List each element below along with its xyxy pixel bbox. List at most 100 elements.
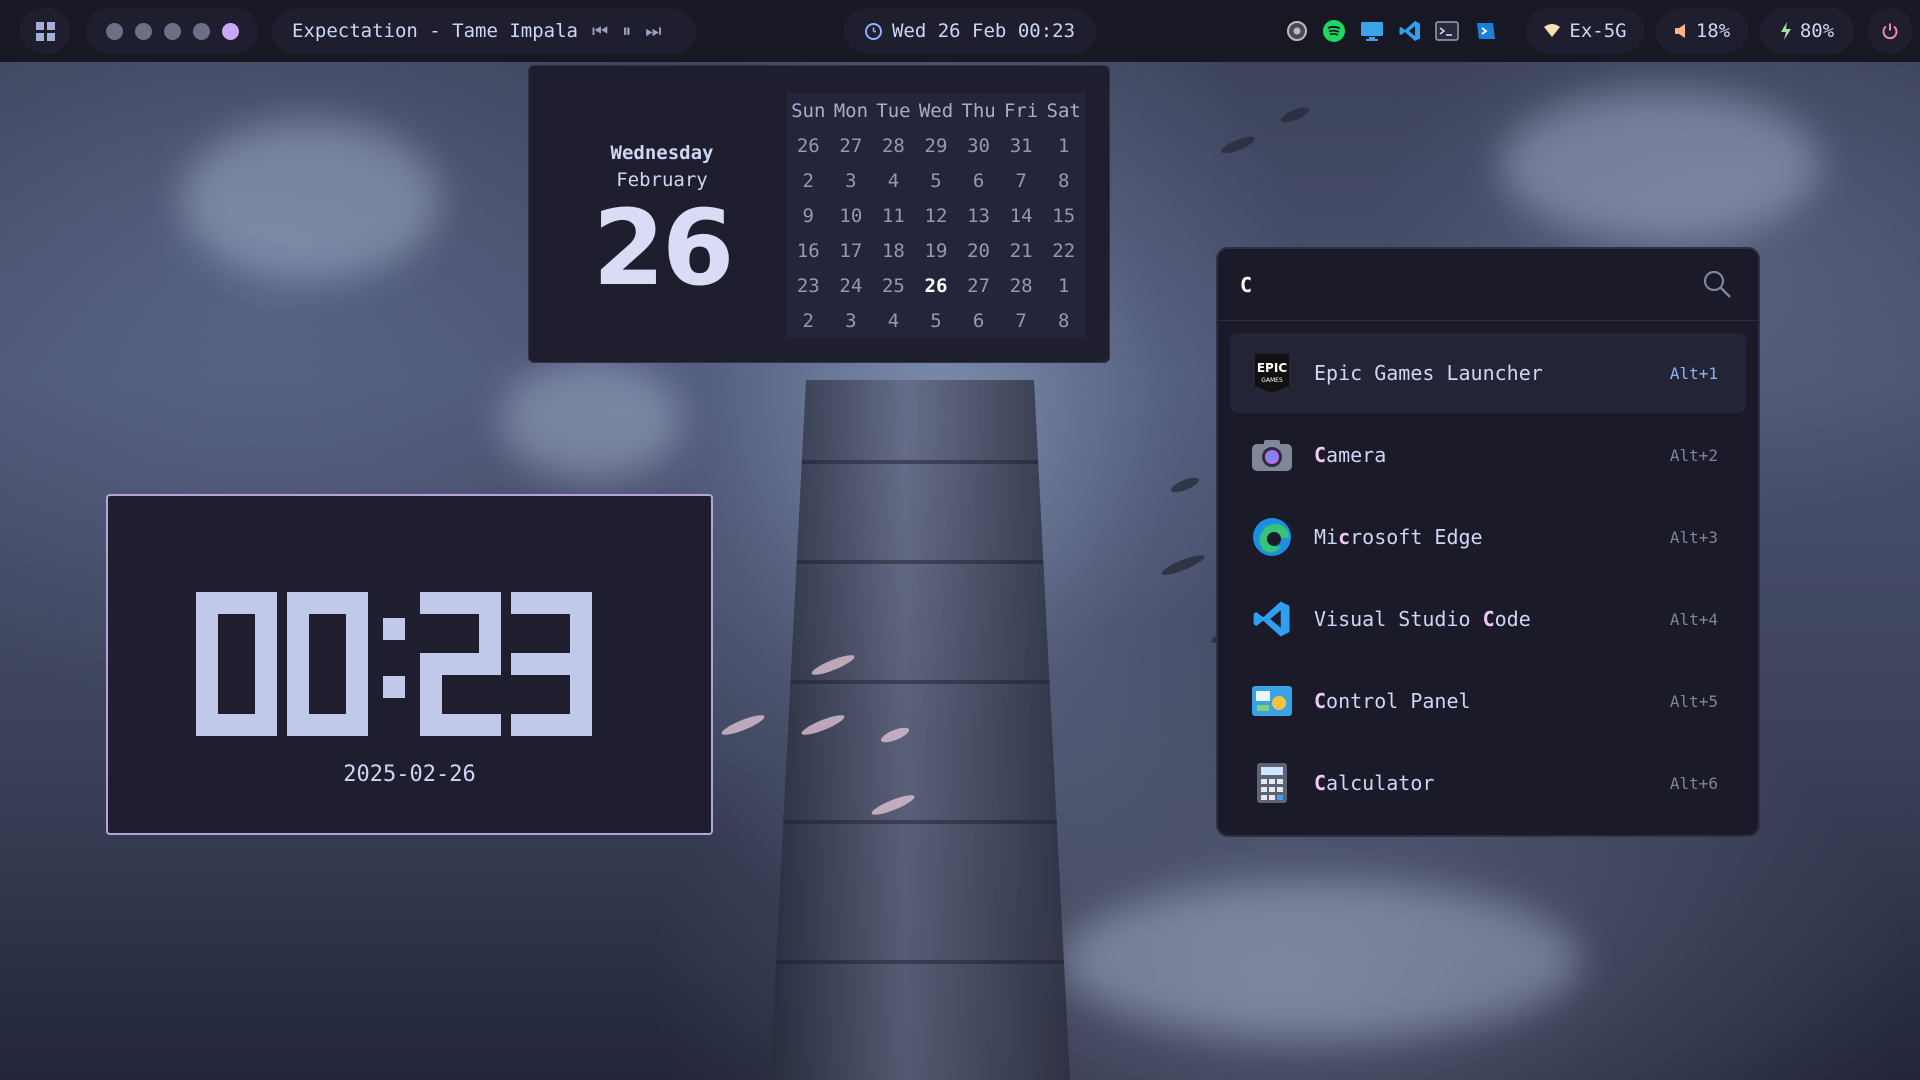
workspace-dot-2[interactable]: [134, 22, 152, 40]
calendar-day-cell[interactable]: 15: [1042, 198, 1085, 233]
calendar-day-cell[interactable]: 25: [872, 268, 915, 303]
volume-label: 18%: [1695, 20, 1731, 42]
calendar-day-cell[interactable]: 18: [872, 233, 915, 268]
calendar-day-cell[interactable]: 31: [1000, 128, 1043, 163]
calendar-day-cell[interactable]: 8: [1042, 163, 1085, 198]
calendar-day-cell[interactable]: 14: [1000, 198, 1043, 233]
calendar-day-cell[interactable]: 3: [830, 163, 873, 198]
launcher-item-camera[interactable]: Camera Alt+2: [1230, 415, 1746, 495]
calendar-day-cell[interactable]: 1: [1042, 268, 1085, 303]
epic-games-icon: EPIC GAMES: [1250, 351, 1294, 395]
calendar-day-cell[interactable]: 28: [872, 128, 915, 163]
launcher-item-shortcut: Alt+4: [1669, 609, 1718, 629]
calculator-icon: [1250, 761, 1294, 805]
calendar-day-cell[interactable]: 2: [787, 163, 830, 198]
calendar-day-cell[interactable]: 6: [957, 303, 1000, 338]
calendar-day-cell[interactable]: 29: [915, 128, 958, 163]
workspace-dot-5[interactable]: [221, 22, 239, 40]
workspace-dot-4[interactable]: [192, 22, 210, 40]
calendar-weekday-header: Fri: [1003, 99, 1039, 122]
calendar-day-cell[interactable]: 27: [957, 268, 1000, 303]
clock-digit: [420, 592, 501, 736]
calendar-day-cell[interactable]: 27: [830, 128, 873, 163]
svg-text:EPIC: EPIC: [1257, 361, 1287, 375]
launcher-item-visual-studio-code[interactable]: Visual Studio Code Alt+4: [1230, 579, 1746, 659]
calendar-day-cell[interactable]: 22: [1042, 233, 1085, 268]
calendar-day-cell[interactable]: 26: [915, 268, 958, 303]
calendar-day-cell[interactable]: 9: [787, 198, 830, 233]
calendar-day-cell[interactable]: 1: [1042, 128, 1085, 163]
volume-control[interactable]: 18%: [1656, 8, 1748, 54]
calendar-day-cell[interactable]: 3: [830, 303, 873, 338]
calendar-day-cell[interactable]: 4: [872, 303, 915, 338]
calendar-day-cell[interactable]: 5: [915, 303, 958, 338]
launcher-search-input[interactable]: [1240, 267, 1680, 303]
calendar-day-cell[interactable]: 12: [915, 198, 958, 233]
calendar-weekday-header: Wed: [918, 99, 954, 122]
launcher-item-calculator[interactable]: Calculator Alt+6: [1230, 743, 1746, 823]
calendar-day-cell[interactable]: 2: [787, 303, 830, 338]
calendar-day-cell[interactable]: 16: [787, 233, 830, 268]
launcher-item-label: Camera: [1314, 443, 1387, 467]
speaker-icon: [1674, 24, 1685, 38]
calendar-day-cell[interactable]: 7: [1000, 163, 1043, 198]
calendar-weekday-header: Mon: [833, 99, 869, 122]
top-bar: Expectation - Tame Impala ⏮ ⏸ ⏭ Wed 26 F…: [0, 0, 1920, 62]
windows-icon: [35, 21, 55, 41]
calendar-day-cell[interactable]: 30: [957, 128, 1000, 163]
next-track-icon[interactable]: ⏭: [645, 21, 661, 42]
launcher-item-epic-games-launcher[interactable]: EPIC GAMES Epic Games Launcher Alt+1: [1230, 333, 1746, 413]
calendar-day-cell[interactable]: 8: [1042, 303, 1085, 338]
clock-digit: [196, 592, 277, 736]
launcher-item-control-panel[interactable]: Control Panel Alt+5: [1230, 661, 1746, 741]
calendar-day-cell[interactable]: 26: [787, 128, 830, 163]
clock-digit: [511, 592, 592, 736]
clock-widget: 2025-02-26: [106, 494, 713, 835]
wifi-icon: [1544, 24, 1561, 37]
power-button[interactable]: [1868, 8, 1912, 54]
calendar-day-cell[interactable]: 19: [915, 233, 958, 268]
calendar-weekday-header: Sat: [1046, 99, 1081, 122]
launcher-item-shortcut: Alt+6: [1669, 773, 1718, 793]
calendar-day-cell[interactable]: 7: [1000, 303, 1043, 338]
calendar-day-cell[interactable]: 28: [1000, 268, 1043, 303]
wifi-label: Ex-5G: [1569, 20, 1627, 42]
launcher-item-shortcut: Alt+2: [1669, 445, 1718, 465]
terminal-icon[interactable]: [1435, 19, 1460, 43]
monitor-icon[interactable]: [1360, 19, 1384, 43]
calendar-day-cell[interactable]: 21: [1000, 233, 1043, 268]
workspace-dot-1[interactable]: [105, 22, 123, 40]
obs-icon[interactable]: [1285, 19, 1309, 43]
topbar-clock[interactable]: Wed 26 Feb 00:23: [844, 8, 1096, 54]
calendar-day-cell[interactable]: 13: [957, 198, 1000, 233]
calendar-day-cell[interactable]: 17: [830, 233, 873, 268]
calendar-weekday-header: Tue: [876, 99, 911, 122]
spotify-icon[interactable]: [1322, 19, 1346, 43]
media-track-title: Expectation - Tame Impala: [292, 20, 578, 42]
launcher-item-microsoft-edge[interactable]: Microsoft Edge Alt+3: [1230, 497, 1746, 577]
search-icon[interactable]: [1702, 269, 1732, 299]
calendar-day-cell[interactable]: 20: [957, 233, 1000, 268]
media-player: Expectation - Tame Impala ⏮ ⏸ ⏭: [272, 8, 696, 54]
calendar-day-cell[interactable]: 24: [830, 268, 873, 303]
workspace-dot-3[interactable]: [163, 22, 181, 40]
launcher-item-label: Calculator: [1314, 771, 1435, 795]
clock-digit: [287, 592, 368, 736]
pause-icon[interactable]: ⏸: [622, 21, 631, 42]
previous-track-icon[interactable]: ⏮: [592, 21, 608, 42]
calendar-weekday: Wednesday: [610, 142, 714, 164]
launcher-item-label: Microsoft Edge: [1314, 525, 1483, 549]
calendar-day-cell[interactable]: 6: [957, 163, 1000, 198]
powershell-icon[interactable]: [1473, 19, 1497, 43]
calendar-day-cell[interactable]: 23: [787, 268, 830, 303]
calendar-day-cell[interactable]: 11: [872, 198, 915, 233]
wifi-status[interactable]: Ex-5G: [1526, 8, 1644, 54]
vscode-icon[interactable]: [1398, 19, 1422, 43]
calendar-day-cell[interactable]: 10: [830, 198, 873, 233]
clock-colon: [378, 592, 410, 736]
launcher-search-bar: [1218, 249, 1758, 321]
start-button[interactable]: [20, 8, 70, 54]
battery-status[interactable]: 80%: [1760, 8, 1854, 54]
calendar-day-cell[interactable]: 5: [915, 163, 958, 198]
calendar-day-cell[interactable]: 4: [872, 163, 915, 198]
